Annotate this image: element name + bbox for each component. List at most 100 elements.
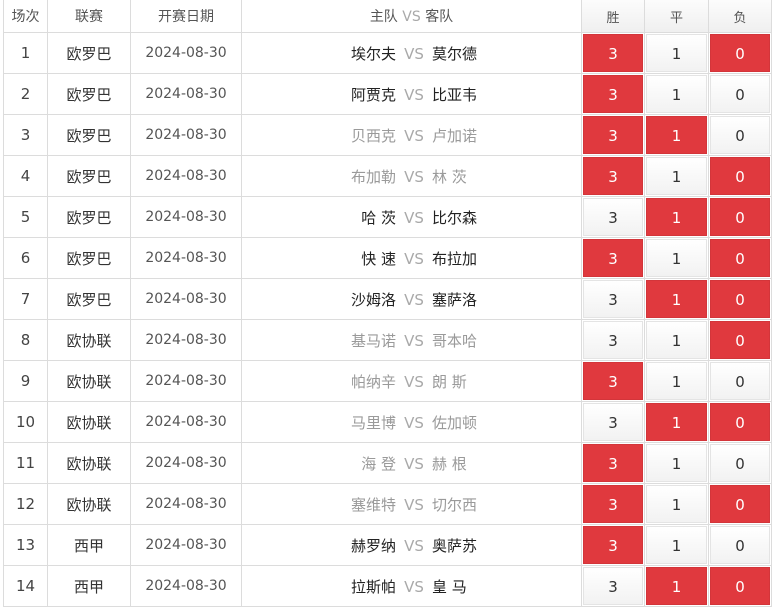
odds-lose-button[interactable]: 0	[710, 567, 770, 605]
odds-draw-button[interactable]: 1	[646, 321, 707, 359]
table-row: 7 欧罗巴 2024-08-30 沙姆洛 VS 塞萨洛 3 1 0	[3, 278, 772, 320]
odds-win-button[interactable]: 3	[583, 362, 643, 400]
odds-lose-button[interactable]: 0	[710, 485, 770, 523]
match-index: 14	[3, 565, 48, 607]
odds-win-button[interactable]: 3	[583, 116, 643, 154]
odds-draw-button[interactable]: 1	[646, 485, 707, 523]
table-row: 3 欧罗巴 2024-08-30 贝西克 VS 卢加诺 3 1 0	[3, 114, 772, 156]
table-row: 11 欧协联 2024-08-30 海 登 VS 赫 根 310	[3, 442, 772, 484]
away-team: 比亚韦	[432, 85, 478, 104]
league-name: 欧协联	[47, 319, 131, 361]
odds-draw-button[interactable]: 1	[646, 157, 707, 195]
away-team: 卢加诺	[432, 126, 478, 145]
odds-draw-button[interactable]: 1	[646, 280, 707, 318]
odds-lose-button[interactable]: 0	[710, 198, 770, 236]
odds-draw-button[interactable]: 1	[646, 34, 707, 72]
home-team: 海 登	[361, 454, 396, 473]
away-team: 皇 马	[432, 577, 467, 596]
odds-win-button[interactable]: 3	[583, 75, 643, 113]
odds-win-button[interactable]: 3	[583, 239, 643, 277]
odds-lose-button[interactable]: 0	[710, 116, 770, 154]
table-row: 10 欧协联 2024-08-30 马里博 VS 佐加顿 3 1 0	[3, 401, 772, 443]
table-row: 9 欧协联 2024-08-30 帕纳辛 VS 朗 斯 310	[3, 360, 772, 402]
odds-lose-button[interactable]: 0	[710, 157, 770, 195]
header-lose: 负	[708, 0, 772, 33]
match-date: 2024-08-30	[130, 565, 242, 607]
vs-label: VS	[404, 536, 424, 555]
vs-label: VS	[404, 126, 424, 145]
odds-draw-button[interactable]: 1	[646, 362, 707, 400]
match-index: 6	[3, 237, 48, 279]
odds-draw-button[interactable]: 1	[646, 567, 707, 605]
table-header-row: 场次 联赛 开赛日期 主队 VS 客队 胜 平 负	[3, 0, 772, 33]
league-name: 欧罗巴	[47, 32, 131, 74]
league-name: 欧协联	[47, 442, 131, 484]
away-team: 比尔森	[432, 208, 478, 227]
vs-label: VS	[404, 290, 424, 309]
away-team: 塞萨洛	[432, 290, 478, 309]
match-date: 2024-08-30	[130, 319, 242, 361]
match-teams: 帕纳辛 VS 朗 斯	[241, 360, 582, 402]
odds-win-button[interactable]: 3	[583, 526, 643, 564]
vs-label: VS	[404, 413, 424, 432]
away-team: 布拉加	[432, 249, 478, 268]
odds-win-button[interactable]: 3	[583, 444, 643, 482]
odds-draw-button[interactable]: 1	[646, 526, 707, 564]
home-team: 赫罗纳	[350, 536, 396, 555]
odds-win-button[interactable]: 3	[583, 567, 643, 605]
odds-win-button[interactable]: 3	[583, 198, 643, 236]
table-row: 5 欧罗巴 2024-08-30 哈 茨 VS 比尔森 3 1 0	[3, 196, 772, 238]
vs-label: VS	[404, 208, 424, 227]
away-team: 切尔西	[432, 495, 478, 514]
odds-lose-button[interactable]: 0	[710, 280, 770, 318]
odds-win-button[interactable]: 3	[583, 485, 643, 523]
league-name: 欧罗巴	[47, 73, 131, 115]
odds-lose-button[interactable]: 0	[710, 444, 770, 482]
odds-lose-button[interactable]: 0	[710, 526, 770, 564]
odds-draw-button[interactable]: 1	[646, 239, 707, 277]
match-date: 2024-08-30	[130, 442, 242, 484]
vs-label: VS	[404, 372, 424, 391]
league-name: 西甲	[47, 524, 131, 566]
match-date: 2024-08-30	[130, 278, 242, 320]
odds-lose-button[interactable]: 0	[710, 239, 770, 277]
odds-win-button[interactable]: 3	[583, 280, 643, 318]
odds-draw-button[interactable]: 1	[646, 403, 707, 441]
league-name: 欧协联	[47, 401, 131, 443]
home-team: 埃尔夫	[350, 44, 396, 63]
table-row: 6 欧罗巴 2024-08-30 快 速 VS 布拉加 3 1 0	[3, 237, 772, 279]
odds-win-button[interactable]: 3	[583, 157, 643, 195]
match-teams: 埃尔夫 VS 莫尔德	[241, 32, 582, 74]
match-date: 2024-08-30	[130, 196, 242, 238]
odds-win-button[interactable]: 3	[583, 403, 643, 441]
odds-win-button[interactable]: 3	[583, 321, 643, 359]
match-date: 2024-08-30	[130, 73, 242, 115]
odds-draw-button[interactable]: 1	[646, 116, 707, 154]
vs-label: VS	[404, 85, 424, 104]
home-team: 沙姆洛	[350, 290, 396, 309]
away-team: 哥本哈	[432, 331, 478, 350]
odds-lose-button[interactable]: 0	[710, 321, 770, 359]
match-teams: 塞维特 VS 切尔西	[241, 483, 582, 525]
match-index: 10	[3, 401, 48, 443]
odds-win-button[interactable]: 3	[583, 34, 643, 72]
match-table: 场次 联赛 开赛日期 主队 VS 客队 胜 平 负 1 欧罗巴 2024-08-30…	[3, 0, 772, 607]
odds-lose-button[interactable]: 0	[710, 34, 770, 72]
league-name: 欧罗巴	[47, 114, 131, 156]
league-name: 欧罗巴	[47, 155, 131, 197]
odds-lose-button[interactable]: 0	[710, 75, 770, 113]
odds-draw-button[interactable]: 1	[646, 198, 707, 236]
vs-label: VS	[404, 495, 424, 514]
odds-draw-button[interactable]: 1	[646, 75, 707, 113]
home-team: 拉斯帕	[350, 577, 396, 596]
match-index: 13	[3, 524, 48, 566]
odds-draw-button[interactable]: 1	[646, 444, 707, 482]
odds-lose-button[interactable]: 0	[710, 403, 770, 441]
header-league: 联赛	[47, 0, 131, 33]
match-index: 12	[3, 483, 48, 525]
home-team: 阿贾克	[350, 85, 396, 104]
league-name: 欧罗巴	[47, 237, 131, 279]
odds-lose-button[interactable]: 0	[710, 362, 770, 400]
league-name: 欧协联	[47, 360, 131, 402]
home-team: 帕纳辛	[350, 372, 396, 391]
